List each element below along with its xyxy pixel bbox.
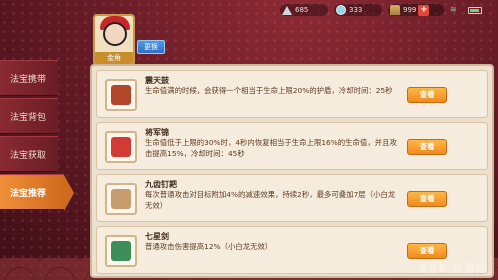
menu-item-obtain[interactable]: 法宝获取 [0,136,58,172]
add-coins-button[interactable]: + [418,4,430,16]
diamond-value: 333 [349,6,363,14]
diamond-counter: 333 [334,4,382,16]
view-button[interactable]: 查看 [407,87,447,103]
coin-value: 999 [403,6,417,14]
menu-item-carry[interactable]: 法宝携带 [0,60,58,96]
gate-icon [390,5,400,15]
diamond-icon [336,5,346,15]
brocade-icon [105,131,137,163]
stamina-icon [282,5,292,15]
wifi-icon: ≋ [450,5,457,14]
face-icon [103,22,127,46]
avatar-tag: 金角 [95,52,133,64]
stamina-counter: 685 [280,4,328,16]
view-button[interactable]: 查看 [407,243,447,259]
stamina-value: 685 [295,6,309,14]
sword-icon [105,235,137,267]
watermark: 3ㅐE 当游网 [418,262,488,275]
side-menu: 法宝携带 法宝背包 法宝获取 法宝推荐 [0,60,74,212]
coin-counter: 999 + [388,4,444,16]
item-name: 七星剑 [145,232,169,241]
battery-icon [468,6,482,14]
item-description: 生命值低于上限的30%时，4秒内恢复相当于生命上限16%的生命值，并且攻击提高1… [145,138,397,158]
item-description: 普通攻击伤害提高12%（小白龙无效） [145,242,273,251]
menu-item-recommend[interactable]: 法宝推荐 [0,174,74,211]
status-bar: 685 333 999 + ≋ [280,3,494,17]
menu-item-backpack[interactable]: 法宝背包 [0,98,58,134]
treasure-list: 震天鼓 生命值满的时候，会获得一个相当于生命上限20%的护盾，冷却时间：25秒 … [90,64,494,278]
list-item: 将军锦 生命值低于上限的30%时，4秒内恢复相当于生命上限16%的生命值，并且攻… [96,122,488,170]
swap-button[interactable]: 更换 [137,40,165,54]
view-button[interactable]: 查看 [407,191,447,207]
list-item: 震天鼓 生命值满的时候，会获得一个相当于生命上限20%的护盾，冷却时间：25秒 … [96,70,488,118]
character-avatar[interactable]: 金角 [93,14,135,66]
item-description: 每次普通攻击对目标附加4%的减速效果，持续2秒，最多可叠加7层（小白龙无效） [145,190,396,210]
view-button[interactable]: 查看 [407,139,447,155]
item-name: 震天鼓 [145,76,169,85]
item-name: 将军锦 [145,128,169,137]
item-description: 生命值满的时候，会获得一个相当于生命上限20%的护盾，冷却时间：25秒 [145,86,393,95]
item-name: 九齿钉耙 [145,180,177,189]
rake-icon [105,183,137,215]
list-item: 九齿钉耙 每次普通攻击对目标附加4%的减速效果，持续2秒，最多可叠加7层（小白龙… [96,174,488,222]
drum-icon [105,79,137,111]
